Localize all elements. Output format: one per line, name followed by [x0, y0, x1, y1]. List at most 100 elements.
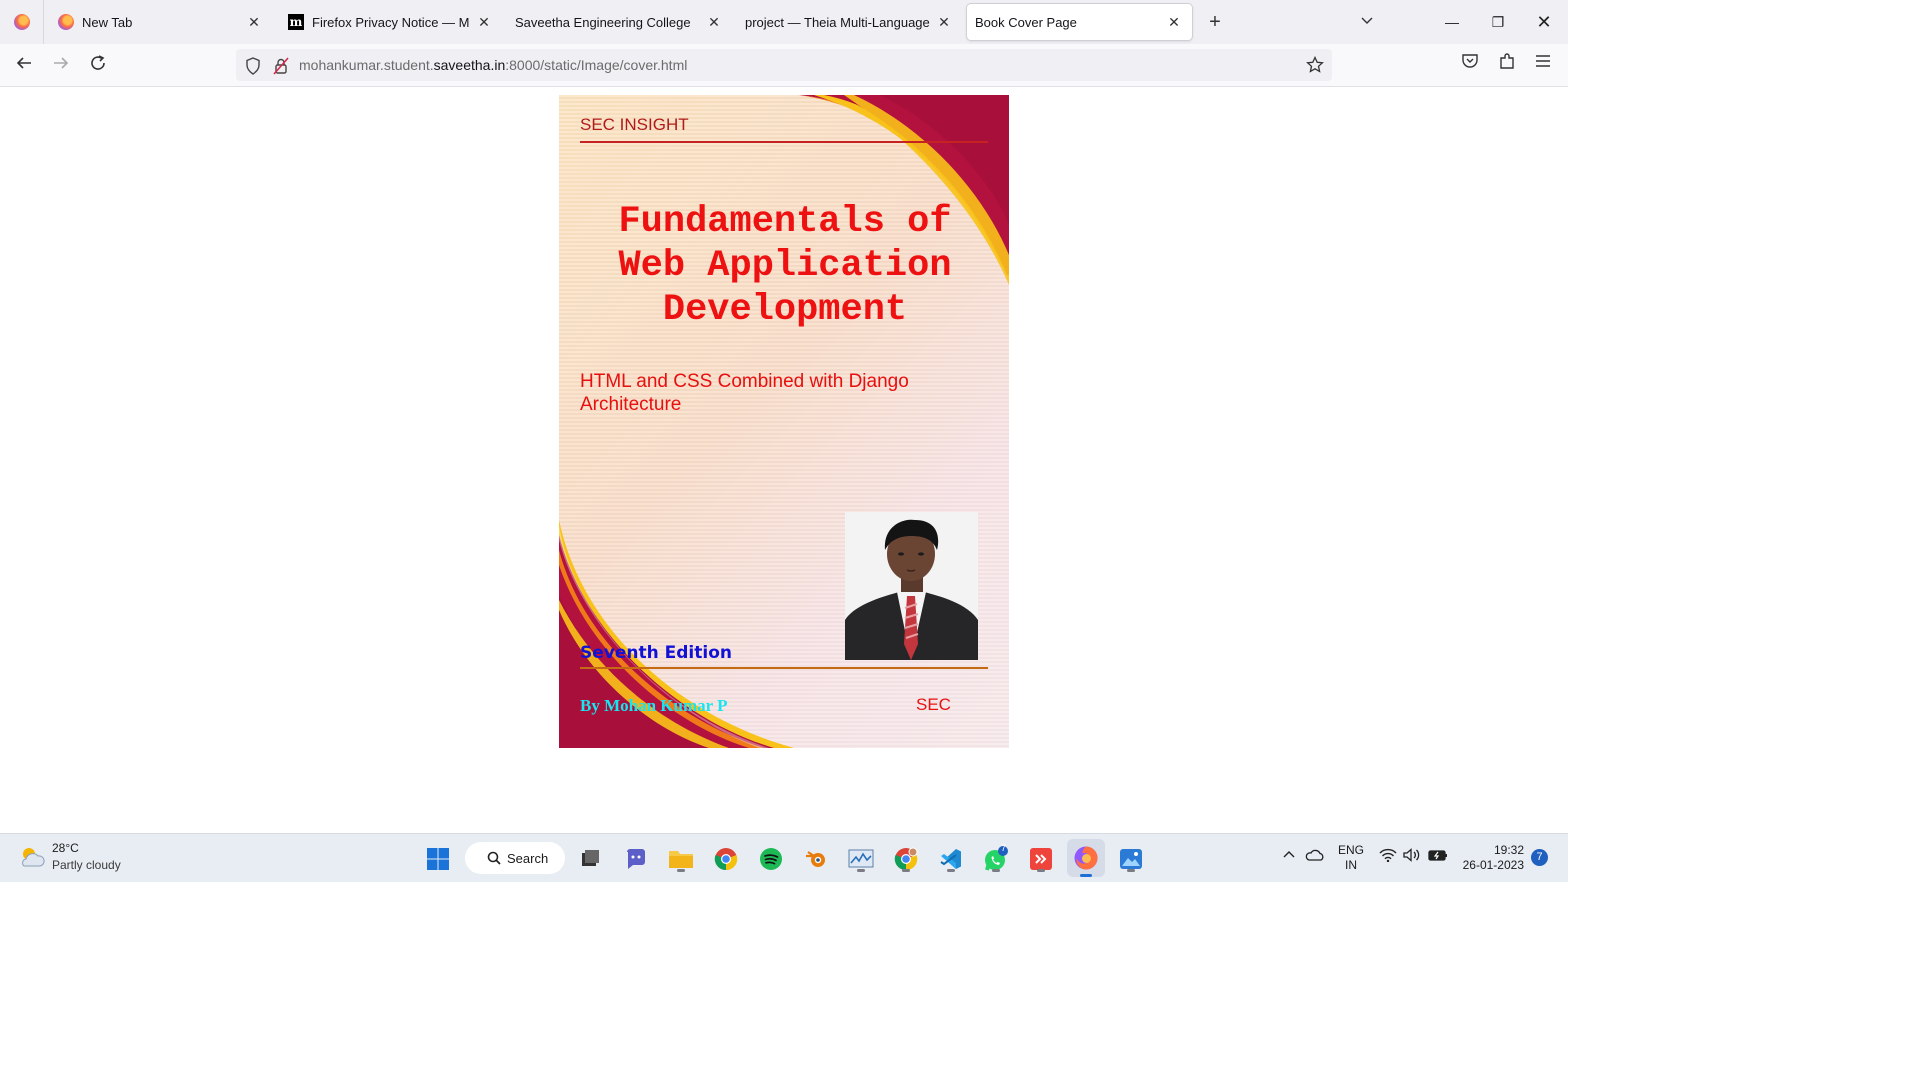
insecure-connection-icon[interactable] — [272, 57, 290, 75]
windows-logo-icon — [427, 848, 449, 870]
pocket-button[interactable] — [1456, 52, 1484, 80]
onedrive-button[interactable] — [1305, 848, 1325, 865]
input-language-indicator[interactable]: ENG IN — [1338, 843, 1364, 873]
app-menu-button[interactable] — [1529, 52, 1557, 80]
bookmark-star-icon[interactable] — [1306, 55, 1324, 74]
forward-arrow-icon — [54, 57, 69, 69]
forward-button[interactable] — [47, 52, 75, 80]
tab-strip: New Tab ✕ m Firefox Privacy Notice — Moz… — [0, 0, 1568, 44]
mozilla-icon: m — [288, 14, 304, 30]
reload-icon — [91, 55, 105, 70]
page-viewport: SEC INSIGHT Fundamentals of Web Applicat… — [0, 87, 1568, 833]
address-bar[interactable]: mohankumar.student.saveetha.in:8000/stat… — [236, 49, 1332, 81]
chevron-up-icon — [1283, 851, 1295, 858]
photos-button[interactable] — [1115, 843, 1147, 875]
cloud-icon — [1305, 849, 1324, 861]
new-tab-button[interactable]: + — [1202, 8, 1228, 36]
extensions-button[interactable] — [1493, 52, 1521, 80]
close-window-button[interactable]: ✕ — [1521, 0, 1567, 44]
weather-description: Partly cloudy — [52, 858, 121, 872]
chrome-profile-button[interactable] — [890, 843, 922, 875]
tab-firefox-privacy[interactable]: m Firefox Privacy Notice — Mozilla ✕ — [276, 4, 502, 40]
close-icon[interactable]: ✕ — [476, 14, 492, 31]
url-suffix: :8000/static/Image/cover.html — [505, 57, 688, 73]
url-host: saveetha.in — [433, 57, 506, 73]
author-photo — [845, 512, 978, 660]
chrome-button[interactable] — [710, 843, 742, 875]
puzzle-icon — [1500, 53, 1514, 69]
performance-monitor-icon — [848, 849, 874, 868]
blender-button[interactable] — [800, 843, 832, 875]
publisher-name: SEC — [916, 695, 951, 714]
anydesk-button[interactable] — [1025, 843, 1057, 875]
battery-charging-icon — [1428, 850, 1447, 861]
notification-center-badge[interactable]: 7 — [1531, 849, 1548, 866]
battery-button[interactable] — [1428, 848, 1448, 865]
system-clock[interactable]: 19:32 26-01-2023 — [1462, 843, 1524, 873]
search-icon — [487, 851, 501, 865]
chat-icon — [627, 849, 645, 869]
wifi-icon — [1379, 848, 1397, 863]
url-text[interactable]: mohankumar.student.saveetha.in:8000/stat… — [299, 57, 687, 73]
title-line: Fundamentals of — [618, 201, 952, 243]
whatsapp-button[interactable]: 7 — [980, 843, 1012, 875]
minimize-button[interactable]: — — [1429, 0, 1475, 44]
hamburger-menu-icon — [1536, 55, 1550, 67]
divider — [580, 141, 988, 143]
tab-title: Book Cover Page — [975, 14, 1077, 30]
taskbar-search[interactable]: Search — [465, 842, 565, 874]
tab-book-cover[interactable]: Book Cover Page ✕ — [967, 4, 1192, 40]
clock-date: 26-01-2023 — [1462, 858, 1524, 872]
resource-monitor-button[interactable] — [845, 843, 877, 875]
tab-theia-project[interactable]: project — Theia Multi-Language Ex ✕ — [736, 4, 962, 40]
region-code: IN — [1345, 858, 1357, 872]
task-view-button[interactable] — [574, 843, 606, 875]
close-icon[interactable]: ✕ — [936, 14, 952, 31]
clock-time: 19:32 — [1493, 843, 1524, 857]
close-icon[interactable]: ✕ — [246, 14, 262, 31]
running-indicator — [857, 869, 865, 872]
running-indicator — [677, 869, 685, 872]
back-button[interactable] — [10, 52, 38, 80]
vscode-icon — [940, 849, 961, 869]
volume-button[interactable] — [1403, 848, 1421, 865]
blender-icon — [806, 851, 825, 867]
close-icon[interactable]: ✕ — [1166, 14, 1182, 31]
start-button[interactable] — [422, 843, 454, 875]
publisher-brand: SEC INSIGHT — [580, 115, 689, 134]
network-button[interactable] — [1379, 848, 1397, 865]
book-subtitle: HTML and CSS Combined with Django Archit… — [580, 371, 909, 415]
firefox-icon — [13, 14, 30, 30]
teams-chat-button[interactable] — [620, 843, 652, 875]
file-explorer-button[interactable] — [665, 843, 697, 875]
back-arrow-icon — [16, 57, 31, 69]
restore-button[interactable]: ❐ — [1475, 0, 1521, 44]
title-line: Web Application — [618, 245, 952, 287]
pocket-icon — [1462, 54, 1478, 68]
whatsapp-badge: 7 — [1001, 843, 1007, 853]
reload-button[interactable] — [84, 52, 112, 80]
vscode-button[interactable] — [935, 843, 967, 875]
spotify-icon — [760, 848, 782, 870]
edition-label: Seventh Edition — [580, 643, 732, 663]
divider — [580, 667, 988, 669]
tracking-protection-icon[interactable] — [244, 57, 262, 75]
running-indicator — [902, 869, 910, 872]
running-indicator — [1127, 869, 1135, 872]
close-icon[interactable]: ✕ — [706, 14, 722, 31]
firefox-view-button[interactable] — [0, 0, 44, 44]
search-label: Search — [507, 850, 549, 866]
chevron-down-icon — [1361, 17, 1373, 24]
navigation-toolbar: mohankumar.student.saveetha.in:8000/stat… — [0, 44, 1568, 87]
list-all-tabs-button[interactable] — [1354, 8, 1380, 36]
spotify-button[interactable] — [755, 843, 787, 875]
tab-new-tab[interactable]: New Tab ✕ — [46, 4, 272, 40]
show-hidden-icons-button[interactable] — [1282, 848, 1296, 865]
running-indicator — [992, 869, 1000, 872]
tab-title: Saveetha Engineering College — [515, 14, 691, 30]
language-code: ENG — [1338, 843, 1365, 857]
tab-saveetha[interactable]: Saveetha Engineering College ✕ — [506, 4, 732, 40]
task-view-icon — [582, 850, 599, 866]
partly-cloudy-icon — [22, 848, 45, 867]
firefox-taskbar-button[interactable] — [1067, 839, 1105, 877]
